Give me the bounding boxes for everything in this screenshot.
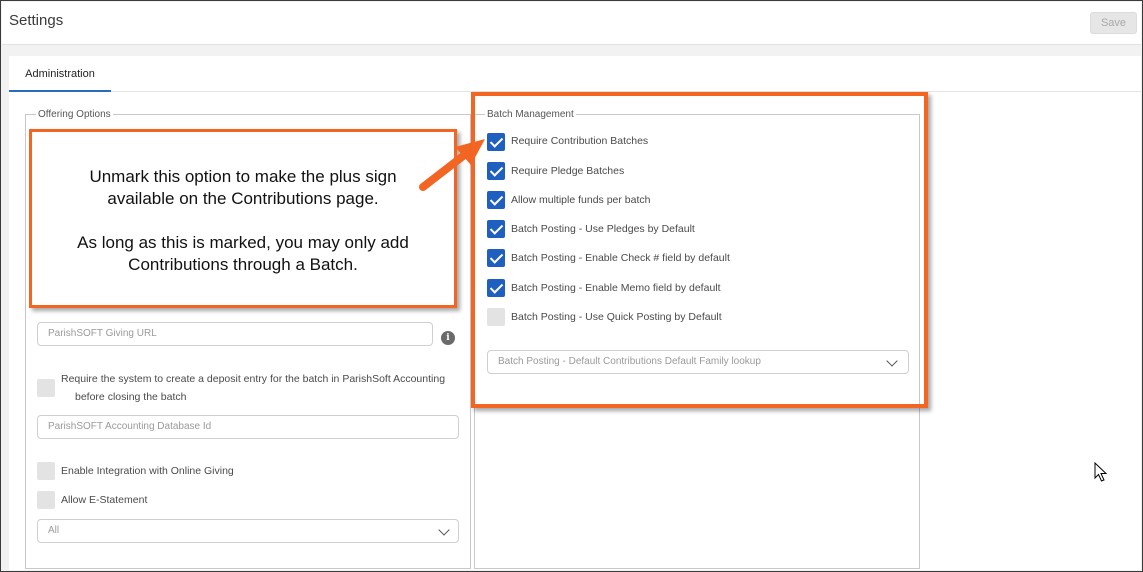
use-pledges-by-default-label: Batch Posting - Use Pledges by Default <box>511 223 695 235</box>
chevron-down-icon <box>886 355 898 367</box>
callout-line2: available on the Contributions page. <box>107 189 379 208</box>
statement-select-value: All <box>48 525 60 536</box>
callout-line4: Contributions through a Batch. <box>128 255 358 274</box>
enable-check-field-checkbox[interactable] <box>487 249 505 267</box>
batch-management-legend: Batch Management <box>487 109 574 120</box>
use-pledges-by-default-checkbox[interactable] <box>487 220 505 238</box>
offering-options-legend: Offering Options <box>38 109 111 120</box>
window: Settings Save Administration Offering Op… <box>0 0 1143 572</box>
deposit-entry-checkbox[interactable] <box>37 379 55 397</box>
enable-check-field-label: Batch Posting - Enable Check # field by … <box>511 252 730 264</box>
accounting-database-id-placeholder: ParishSOFT Accounting Database Id <box>48 421 212 432</box>
deposit-entry-label-line1: Require the system to create a deposit e… <box>61 373 446 385</box>
family-lookup-placeholder: Batch Posting - Default Contributions De… <box>498 356 761 367</box>
online-giving-checkbox[interactable] <box>37 462 55 480</box>
annotation-callout: Unmark this option to make the plus sign… <box>29 129 457 308</box>
estatement-label: Allow E-Statement <box>61 494 148 506</box>
info-icon[interactable]: i <box>441 331 455 345</box>
save-button[interactable]: Save <box>1090 12 1137 34</box>
family-lookup-select[interactable]: Batch Posting - Default Contributions De… <box>487 350 909 374</box>
deposit-entry-label-line2: before closing the batch <box>75 391 187 403</box>
require-contribution-batches-label: Require Contribution Batches <box>511 135 649 147</box>
tab-bar: Administration <box>9 56 1141 92</box>
accounting-database-id-input[interactable]: ParishSOFT Accounting Database Id <box>37 415 459 439</box>
use-quick-posting-label: Batch Posting - Use Quick Posting by Def… <box>511 311 722 323</box>
enable-memo-field-checkbox[interactable] <box>487 279 505 297</box>
require-pledge-batches-label: Require Pledge Batches <box>511 165 625 177</box>
page-title: Settings <box>9 12 64 29</box>
statement-select[interactable]: All <box>37 519 459 543</box>
tab-administration[interactable]: Administration <box>9 56 111 92</box>
mouse-cursor-icon <box>1094 462 1108 482</box>
giving-url-input[interactable]: ParishSOFT Giving URL <box>37 322 433 346</box>
batch-management-group: Batch Management <box>474 109 920 569</box>
giving-url-placeholder: ParishSOFT Giving URL <box>48 328 157 339</box>
page-header: Settings Save <box>2 2 1141 45</box>
allow-multiple-funds-label: Allow multiple funds per batch <box>511 194 651 206</box>
annotation-arrow-icon <box>419 139 485 191</box>
chevron-down-icon <box>438 524 450 536</box>
estatement-checkbox[interactable] <box>37 491 55 509</box>
online-giving-label: Enable Integration with Online Giving <box>61 465 234 477</box>
use-quick-posting-checkbox[interactable] <box>487 308 505 326</box>
enable-memo-field-label: Batch Posting - Enable Memo field by def… <box>511 282 721 294</box>
callout-line3: As long as this is marked, you may only … <box>77 233 409 252</box>
callout-line1: Unmark this option to make the plus sign <box>89 167 397 186</box>
